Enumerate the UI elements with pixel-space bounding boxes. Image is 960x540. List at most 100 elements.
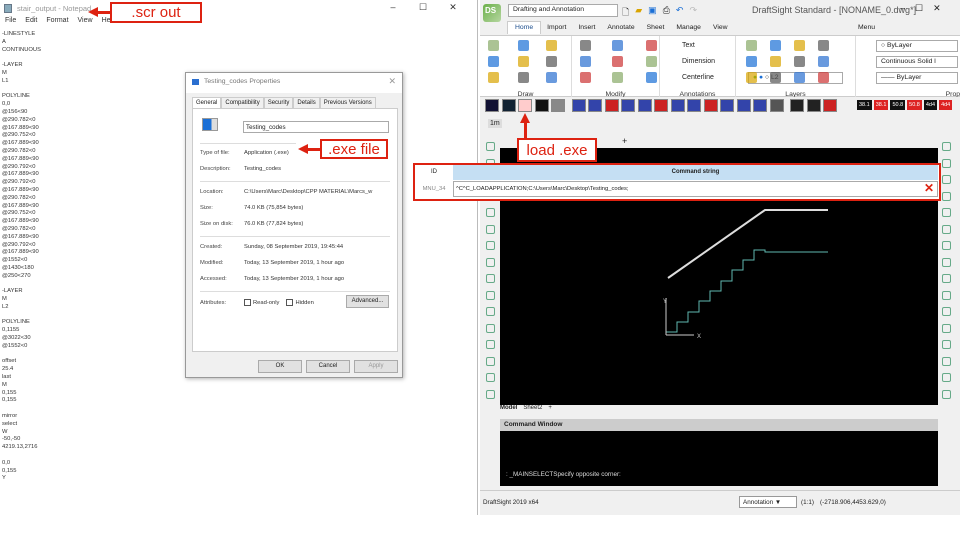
side-tool-icon[interactable] bbox=[486, 208, 495, 217]
scale-button[interactable]: 38.1 bbox=[873, 100, 889, 110]
workspace-combo[interactable]: Drafting and Annotation bbox=[508, 4, 618, 17]
file-name-input[interactable]: Testing_codes bbox=[243, 121, 389, 133]
side-tool-icon[interactable] bbox=[486, 290, 495, 300]
advanced-button[interactable]: Advanced... bbox=[346, 295, 389, 308]
side-tool-icon[interactable] bbox=[486, 356, 495, 366]
toolbar-button-icon[interactable] bbox=[806, 99, 821, 112]
menu-button[interactable]: Menu bbox=[858, 24, 875, 31]
ribbon-tool-icon[interactable] bbox=[518, 72, 529, 83]
side-tool-icon[interactable] bbox=[486, 142, 495, 151]
side-tool-icon[interactable] bbox=[942, 191, 951, 201]
side-tool-icon[interactable] bbox=[486, 323, 495, 333]
notepad-text-area[interactable]: -LINESTYLE A CONTINUOUS -LAYER M L1 POLYLINE 0,… bbox=[2, 31, 41, 483]
ribbon-tool-icon[interactable] bbox=[746, 72, 757, 83]
side-tool-icon[interactable] bbox=[486, 257, 495, 267]
ribbon-tool-icon[interactable] bbox=[770, 40, 781, 51]
side-tool-icon[interactable] bbox=[486, 224, 495, 234]
ribbon-tool-icon[interactable] bbox=[746, 40, 757, 51]
tab-sheet[interactable]: Sheet bbox=[641, 21, 671, 34]
tab-details[interactable]: Details bbox=[293, 97, 320, 108]
tab-security[interactable]: Security bbox=[263, 97, 294, 108]
minimize-button[interactable]: – bbox=[900, 3, 905, 14]
ribbon-tool-icon[interactable] bbox=[612, 40, 623, 51]
scale-button[interactable]: 50.8 bbox=[907, 100, 922, 110]
toolbar-button-icon[interactable] bbox=[551, 99, 565, 112]
redo-icon[interactable]: ↷ bbox=[689, 5, 697, 21]
print-icon[interactable]: ⎙ bbox=[663, 5, 670, 21]
scale-button[interactable]: 4d4 bbox=[923, 100, 938, 110]
side-tool-icon[interactable] bbox=[942, 356, 951, 366]
toolbar-button-icon[interactable] bbox=[588, 99, 602, 112]
cancel-button[interactable]: Cancel bbox=[306, 360, 350, 373]
side-tool-icon[interactable] bbox=[486, 307, 495, 316]
menu-file[interactable]: File bbox=[5, 17, 16, 29]
maximize-button[interactable]: ☐ bbox=[915, 3, 923, 14]
ribbon-tool-icon[interactable] bbox=[794, 40, 805, 51]
side-tool-icon[interactable] bbox=[942, 142, 951, 151]
color-combo[interactable]: ○ ByLayer bbox=[876, 40, 958, 52]
undo-icon[interactable]: ↶ bbox=[676, 5, 684, 21]
menu-edit[interactable]: Edit bbox=[25, 17, 37, 29]
scale-button[interactable]: 50.8 bbox=[890, 100, 906, 110]
readonly-checkbox[interactable] bbox=[244, 299, 251, 306]
hidden-checkbox[interactable] bbox=[286, 299, 294, 306]
ribbon-tool-icon[interactable] bbox=[518, 56, 529, 67]
command-string-input[interactable]: ^C^C_LOADAPPLICATION;C:\Users\Marc\Deskt… bbox=[453, 181, 938, 197]
toolbar-button-icon[interactable] bbox=[823, 99, 837, 112]
tab-home[interactable]: Home bbox=[507, 21, 542, 34]
side-tool-icon[interactable] bbox=[942, 323, 951, 333]
toolbar-button-icon[interactable] bbox=[736, 99, 751, 112]
maximize-button[interactable]: ☐ bbox=[408, 2, 438, 13]
toolbar-button-icon[interactable] bbox=[687, 99, 701, 112]
tab-model[interactable]: Model bbox=[500, 405, 517, 411]
tab-view[interactable]: View bbox=[707, 21, 734, 34]
side-tool-icon[interactable] bbox=[942, 290, 951, 300]
tab-compatibility[interactable]: Compatibility bbox=[221, 97, 264, 108]
open-icon[interactable]: ▰ bbox=[635, 5, 642, 21]
side-tool-icon[interactable] bbox=[942, 158, 951, 168]
side-tool-icon[interactable] bbox=[942, 274, 951, 283]
tab-sheet2[interactable]: Sheet2 bbox=[523, 405, 542, 411]
delete-icon[interactable]: ✕ bbox=[924, 181, 934, 195]
toolbar-button-icon[interactable] bbox=[604, 99, 619, 112]
toolbar-button-icon[interactable] bbox=[534, 99, 549, 112]
ribbon-tool-icon[interactable] bbox=[580, 56, 591, 67]
ribbon-tool-icon[interactable] bbox=[580, 40, 591, 51]
side-tool-icon[interactable] bbox=[486, 373, 495, 382]
ribbon-tool-icon[interactable] bbox=[770, 72, 781, 83]
add-sheet-button[interactable]: + bbox=[548, 405, 552, 411]
side-tool-icon[interactable] bbox=[942, 175, 951, 184]
side-tool-icon[interactable] bbox=[942, 241, 951, 250]
tab-insert[interactable]: Insert bbox=[572, 21, 601, 34]
ribbon-tool-icon[interactable] bbox=[612, 72, 623, 83]
tab-previous-versions[interactable]: Previous Versions bbox=[319, 97, 376, 108]
linetype-combo[interactable]: Continuous Solid l bbox=[876, 56, 958, 68]
ribbon-tool-icon[interactable] bbox=[580, 72, 591, 83]
close-button[interactable]: ✕ bbox=[933, 3, 941, 14]
side-tool-icon[interactable] bbox=[942, 373, 951, 382]
ribbon-tool-icon[interactable] bbox=[546, 56, 557, 67]
toolbar-button-icon[interactable] bbox=[790, 99, 804, 112]
side-tool-icon[interactable] bbox=[486, 274, 495, 283]
ribbon-tool-icon[interactable] bbox=[488, 40, 499, 51]
toolbar-button-icon[interactable] bbox=[621, 99, 635, 112]
side-tool-icon[interactable] bbox=[486, 241, 495, 250]
ribbon-tool-icon[interactable] bbox=[646, 72, 657, 83]
side-tool-icon[interactable] bbox=[942, 224, 951, 234]
menu-view[interactable]: View bbox=[78, 17, 93, 29]
side-tool-icon[interactable] bbox=[942, 307, 951, 316]
scale-button[interactable]: 4d4 bbox=[939, 100, 953, 110]
toolbar-button-icon[interactable] bbox=[501, 99, 516, 112]
toolbar-button-icon[interactable] bbox=[769, 99, 784, 112]
side-tool-icon[interactable] bbox=[486, 340, 495, 349]
minimize-button[interactable]: – bbox=[378, 2, 408, 13]
close-button[interactable]: ✕ bbox=[438, 2, 468, 13]
tab-manage[interactable]: Manage bbox=[670, 21, 707, 34]
side-tool-icon[interactable] bbox=[942, 208, 951, 217]
text-button[interactable]: Text bbox=[682, 42, 695, 49]
tab-general[interactable]: General bbox=[192, 97, 222, 108]
toolbar-button-icon[interactable] bbox=[518, 99, 532, 112]
tab-annotate[interactable]: Annotate bbox=[601, 21, 640, 34]
scale-1m-button[interactable]: 1m bbox=[488, 119, 502, 128]
ribbon-tool-icon[interactable] bbox=[818, 40, 829, 51]
